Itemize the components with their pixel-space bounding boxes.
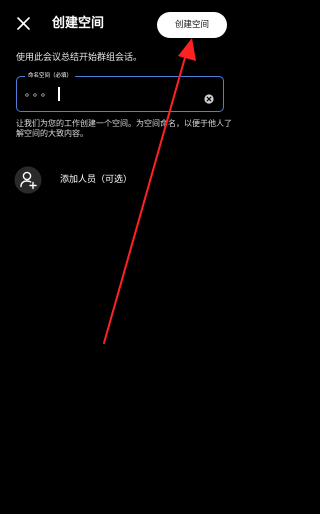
- clear-circle-icon: [204, 94, 214, 104]
- page-title: 创建空间: [52, 16, 105, 31]
- space-name-input-value[interactable]: 。。。: [25, 87, 54, 101]
- space-name-field-label: 命名空间（必填）: [25, 72, 76, 81]
- instruction-text: 使用此会议总结开始群组会话。: [16, 53, 143, 63]
- header: 创建空间 创建空间: [0, 0, 242, 50]
- close-button[interactable]: [14, 14, 34, 34]
- add-people-label: 添加人员（可选）: [60, 175, 133, 185]
- add-people-row[interactable]: 添加人员（可选）: [14, 166, 228, 194]
- close-icon: [17, 17, 30, 30]
- hint-text: 让我们为您的工作创建一个空间。为空间命名，以便于他人了解空间的大致内容。: [16, 119, 232, 138]
- space-name-field[interactable]: 命名空间（必填） 。。。: [16, 72, 224, 112]
- create-space-button[interactable]: 创建空间: [157, 12, 227, 38]
- text-caret: [58, 87, 60, 101]
- add-person-icon: [14, 166, 42, 194]
- clear-input-button[interactable]: [204, 89, 214, 104]
